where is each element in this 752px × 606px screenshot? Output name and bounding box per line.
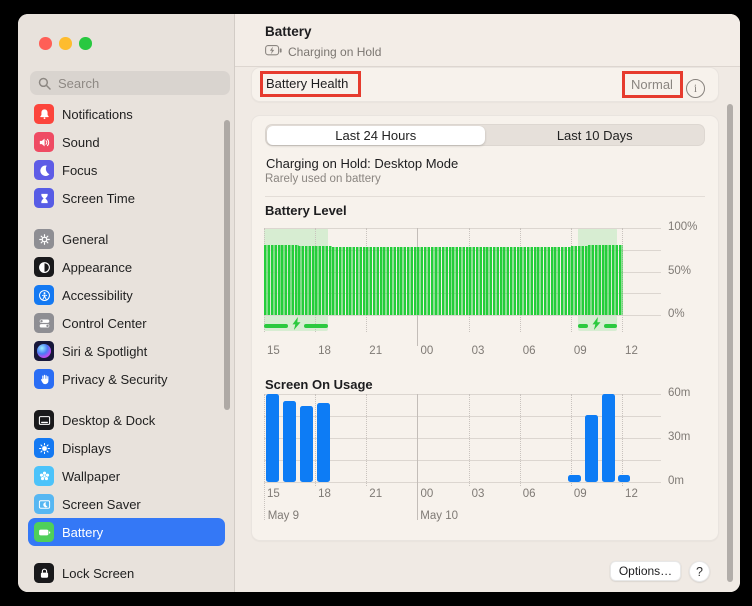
sidebar-item-label: Privacy & Security: [62, 371, 168, 387]
search-field[interactable]: [30, 71, 230, 95]
sidebar-item-label: Accessibility: [62, 287, 133, 303]
search-icon: [38, 77, 51, 90]
charging-status-subtitle: Rarely used on battery: [265, 173, 381, 185]
close-button[interactable]: [39, 37, 52, 50]
sidebar-group: Lock Screen: [28, 559, 225, 587]
toggles-icon: [34, 313, 54, 333]
sidebar-item-privacy-security[interactable]: Privacy & Security: [28, 365, 225, 393]
battery-settings-pane: Battery Charging on Hold Battery Health …: [235, 14, 740, 592]
sidebar-item-screen-saver[interactable]: Screen Saver: [28, 490, 225, 518]
battery-icon: [34, 522, 54, 542]
battery-level-chart-title: Battery Level: [265, 203, 347, 218]
sidebar-item-label: Sound: [62, 134, 100, 150]
siri-icon: [34, 341, 54, 361]
sidebar-item-displays[interactable]: Displays: [28, 434, 225, 462]
sidebar-item-label: Control Center: [62, 315, 147, 331]
accessibility-icon: [34, 285, 54, 305]
tab-last-10-days[interactable]: Last 10 Days: [486, 125, 705, 145]
sidebar-item-siri-spotlight[interactable]: Siri & Spotlight: [28, 337, 225, 365]
screen-on-usage-chart-title: Screen On Usage: [265, 377, 373, 392]
sidebar-item-label: Siri & Spotlight: [62, 343, 148, 359]
sidebar-item-label: Screen Saver: [62, 496, 141, 512]
sidebar-item-screen-time[interactable]: Screen Time: [28, 184, 225, 212]
sidebar-item-label: Displays: [62, 440, 112, 456]
desktop-background: Notifications Sound Focus Screen Time Genera…: [0, 0, 752, 606]
sidebar-group: General Appearance Accessibility Control Ce…: [28, 225, 225, 393]
sidebar-item-label: Notifications: [62, 106, 133, 122]
sidebar-item-label: Wallpaper: [62, 468, 121, 484]
sidebar-item-focus[interactable]: Focus: [28, 156, 225, 184]
gear-icon: [34, 229, 54, 249]
system-settings-window: Notifications Sound Focus Screen Time Genera…: [18, 14, 740, 592]
sidebar-item-desktop-dock[interactable]: Desktop & Dock: [28, 406, 225, 434]
lock-icon: [34, 563, 54, 583]
sidebar-scrollbar[interactable]: [224, 120, 230, 410]
zoom-button[interactable]: [79, 37, 92, 50]
sidebar-item-label: General: [62, 231, 109, 247]
sidebar: Notifications Sound Focus Screen Time Genera…: [18, 14, 235, 592]
search-input[interactable]: [56, 74, 222, 92]
sidebar-list: Notifications Sound Focus Screen Time Genera…: [28, 100, 225, 587]
sidebar-item-control-center[interactable]: Control Center: [28, 309, 225, 337]
options-button[interactable]: Options…: [610, 561, 681, 581]
tab-last-24-hours[interactable]: Last 24 Hours: [266, 125, 485, 145]
sidebar-item-label: Screen Time: [62, 190, 135, 206]
header-status: Charging on Hold: [265, 45, 381, 59]
sidebar-item-label: Appearance: [62, 259, 133, 275]
flower-icon: [34, 466, 54, 486]
contrast-icon: [34, 257, 54, 277]
minimize-button[interactable]: [59, 37, 72, 50]
charging-battery-icon: [265, 45, 282, 59]
sidebar-item-label: Lock Screen: [62, 565, 135, 581]
sidebar-item-lock-screen[interactable]: Lock Screen: [28, 559, 225, 587]
time-range-tabs: Last 24 Hours Last 10 Days: [265, 124, 705, 146]
sidebar-item-notifications[interactable]: Notifications: [28, 100, 225, 128]
sidebar-item-label: Battery: [62, 524, 104, 540]
sidebar-item-battery[interactable]: Battery: [28, 518, 225, 546]
battery-health-annotation-box: [260, 71, 361, 97]
hand-icon: [34, 369, 54, 389]
sidebar-group: Notifications Sound Focus Screen Time: [28, 100, 225, 212]
hourglass-icon: [34, 188, 54, 208]
sidebar-item-appearance[interactable]: Appearance: [28, 253, 225, 281]
dock-icon: [34, 410, 54, 430]
charging-status-title: Charging on Hold: Desktop Mode: [266, 156, 459, 171]
sidebar-item-accessibility[interactable]: Accessibility: [28, 281, 225, 309]
normal-annotation-box: [622, 71, 683, 98]
content-scrollbar[interactable]: [727, 104, 733, 582]
help-button[interactable]: ?: [689, 561, 710, 582]
speaker-icon: [34, 132, 54, 152]
sidebar-item-label: Focus: [62, 162, 98, 178]
bell-icon: [34, 104, 54, 124]
info-icon[interactable]: i: [686, 79, 705, 98]
sidebar-item-label: Desktop & Dock: [62, 412, 156, 428]
divider: [265, 196, 705, 197]
sidebar-item-sound[interactable]: Sound: [28, 128, 225, 156]
sidebar-group: Desktop & Dock Displays Wallpaper Screen Sa…: [28, 406, 225, 546]
sidebar-item-general[interactable]: General: [28, 225, 225, 253]
sun-icon: [34, 438, 54, 458]
sidebar-item-wallpaper[interactable]: Wallpaper: [28, 462, 225, 490]
screensaver-icon: [34, 494, 54, 514]
moon-icon: [34, 160, 54, 180]
header-status-text: Charging on Hold: [288, 45, 382, 59]
page-title: Battery: [265, 24, 312, 39]
